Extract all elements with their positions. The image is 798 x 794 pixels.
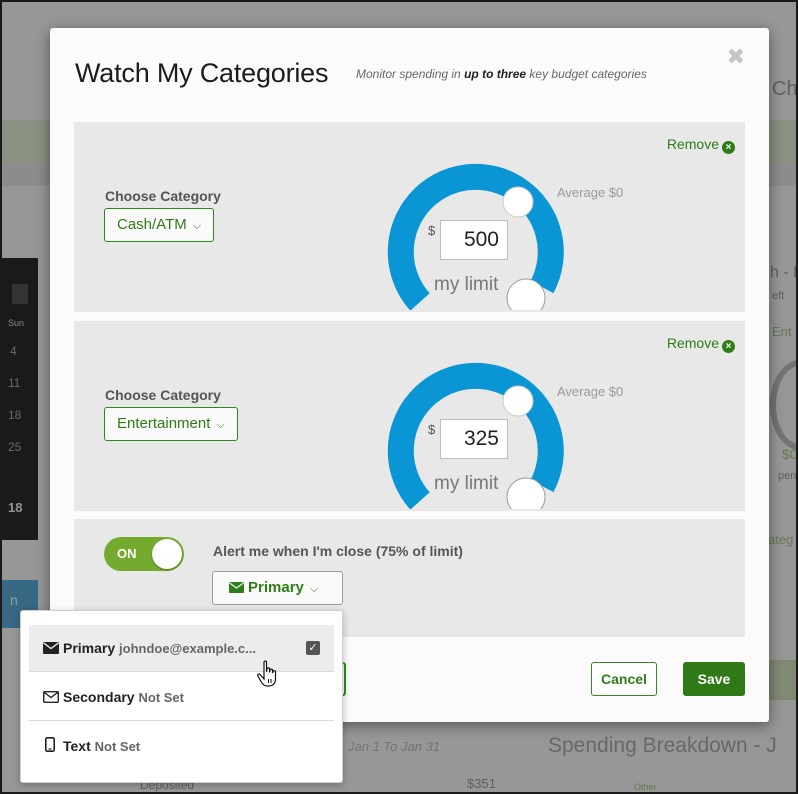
category-select-2[interactable]: Entertainment ⌵ (104, 407, 238, 441)
save-button[interactable]: Save (683, 662, 745, 696)
choose-category-label: Choose Category (105, 387, 221, 403)
dropdown-divider (29, 671, 334, 672)
alert-method-select[interactable]: Primary ⌵ (212, 571, 343, 605)
category-select-value: Cash/ATM (117, 216, 187, 233)
limit-input-1[interactable]: 500 (440, 220, 508, 260)
category-select-1[interactable]: Cash/ATM ⌵ (104, 208, 215, 242)
envelope-filled-icon (43, 626, 59, 672)
currency-symbol: $ (428, 422, 436, 437)
remove-category-1-link[interactable]: Remove × (667, 136, 735, 154)
category-panel-2: Remove × Choose Category Entertainment ⌵ A… (74, 321, 745, 511)
modal-title: Watch My Categories (75, 58, 329, 88)
remove-category-2-link[interactable]: Remove × (667, 335, 735, 353)
toggle-knob (152, 539, 182, 569)
chevron-down-icon: ⌵ (192, 220, 202, 232)
limit-input-2[interactable]: 325 (440, 419, 508, 459)
alert-method-dropdown: Primary johndoe@example.c... ✓ Secondary… (20, 610, 343, 783)
toggle-state-label: ON (117, 546, 137, 561)
envelope-filled-icon (229, 573, 244, 605)
hand-pointer-icon (256, 660, 280, 693)
category-select-value: Entertainment (117, 415, 211, 432)
limit-gauge-1: Average $0 $ 500 my limit (382, 150, 623, 310)
average-label: Average $0 (557, 185, 624, 200)
currency-symbol: $ (428, 223, 436, 238)
alert-label: Alert me when I'm close (75% of limit) (213, 543, 463, 559)
remove-circle-icon: × (722, 340, 735, 353)
dropdown-item-primary[interactable]: Primary johndoe@example.c... ✓ (29, 625, 334, 671)
remove-label: Remove (666, 136, 719, 152)
gauge-average-marker (502, 186, 534, 218)
dropdown-item-text[interactable]: Text Not Set (29, 723, 334, 769)
dropdown-item-secondary[interactable]: Secondary Not Set (29, 674, 334, 720)
limit-gauge-2: Average $0 $ 325 my limit (382, 349, 623, 509)
cancel-button[interactable]: Cancel (591, 662, 657, 696)
dropdown-item-label: Primary (63, 640, 116, 656)
chevron-down-icon: ⌵ (309, 583, 319, 595)
alert-toggle[interactable]: ON (104, 537, 184, 571)
mobile-phone-icon (45, 724, 55, 770)
gauge-average-marker (502, 385, 534, 417)
dropdown-item-detail: johndoe@example.c... (119, 641, 256, 656)
method-select-value: Primary (248, 579, 304, 596)
dropdown-divider (29, 720, 334, 721)
chevron-down-icon: ⌵ (216, 419, 225, 431)
subtitle-emphasis: up to three (464, 67, 527, 81)
remove-label: Remove (666, 335, 719, 351)
envelope-outline-icon (42, 675, 60, 721)
average-label: Average $0 (557, 384, 624, 399)
choose-category-label: Choose Category (105, 188, 221, 204)
checked-box-icon: ✓ (306, 641, 320, 655)
close-icon[interactable]: ✖ (727, 46, 745, 68)
dropdown-item-label: Text (63, 738, 91, 754)
dropdown-item-label: Secondary (63, 689, 135, 705)
subtitle-text-end: key budget categories (526, 67, 647, 81)
my-limit-caption: my limit (434, 473, 499, 494)
category-panel-1: Remove × Choose Category Cash/ATM ⌵ Averag… (74, 122, 745, 312)
modal-subtitle: Monitor spending in up to three key budg… (356, 67, 647, 81)
dropdown-item-detail: Not Set (138, 690, 184, 705)
my-limit-caption: my limit (434, 274, 499, 295)
subtitle-text: Monitor spending in (356, 67, 465, 81)
dropdown-item-detail: Not Set (94, 739, 141, 754)
remove-circle-icon: × (722, 141, 735, 154)
